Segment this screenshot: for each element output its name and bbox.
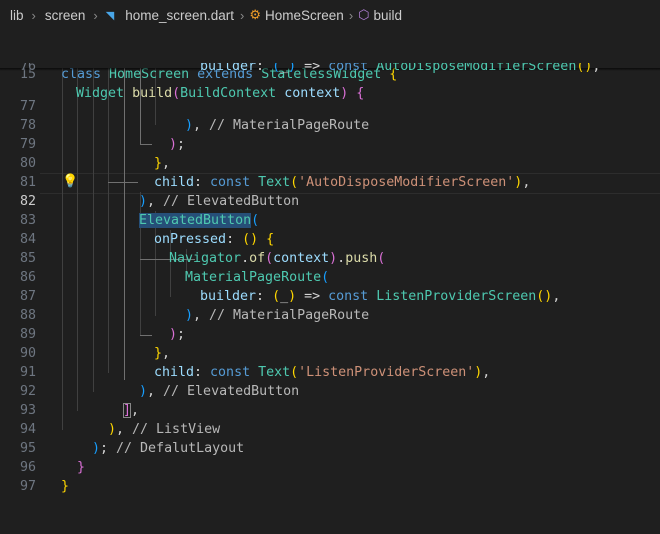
code-line[interactable]: 87 ), // MaterialPageRoute bbox=[0, 268, 660, 323]
code-text: } bbox=[61, 479, 70, 494]
code-line[interactable]: 85 MaterialPageRoute( bbox=[0, 230, 660, 285]
code-line[interactable]: 84 Navigator.of(context).push( bbox=[0, 211, 660, 266]
code-line[interactable]: 97 bbox=[0, 458, 660, 494]
code-line[interactable]: 78 ); bbox=[0, 97, 660, 152]
code-line[interactable]: 92 ], bbox=[0, 363, 660, 418]
code-line[interactable]: 89 }, bbox=[0, 306, 660, 361]
code-line[interactable]: 77 ), // MaterialPageRoute bbox=[0, 78, 660, 133]
code-line[interactable]: 83 onPressed: () { bbox=[0, 192, 660, 247]
sticky-line[interactable]: 11 class HomeScreen extends StatelessWid… bbox=[0, 27, 660, 82]
code-text: builder: (_) => const AutoDisposeModifie… bbox=[200, 63, 601, 74]
code-line[interactable]: 90 child: const Text('ListenProviderScre… bbox=[0, 325, 660, 380]
code-line[interactable]: 76 builder: (_) => const AutoDisposeModi… bbox=[0, 63, 660, 74]
line-number: 76 bbox=[19, 63, 36, 74]
code-line-active[interactable]: 82 ElevatedButton( bbox=[0, 173, 660, 228]
code-editor[interactable]: 💡 11 class HomeScreen extends StatelessW… bbox=[0, 0, 660, 494]
code-line[interactable]: 88 ); bbox=[0, 287, 660, 342]
code-line[interactable]: 91 ), // ElevatedButton bbox=[0, 344, 660, 399]
code-line[interactable]: 94 ); // DefalutLayout bbox=[0, 401, 660, 456]
code-line[interactable]: 96 } bbox=[0, 439, 660, 494]
code-line[interactable]: 93 ), // ListView bbox=[0, 382, 660, 437]
code-line[interactable]: 95 } bbox=[0, 420, 660, 475]
line-number: 97 bbox=[19, 479, 36, 494]
code-line[interactable]: 79 }, bbox=[0, 116, 660, 171]
code-line[interactable]: 86 builder: (_) => const ListenProviderS… bbox=[0, 249, 660, 304]
code-line[interactable]: 80 child: const Text('AutoDisposeModifie… bbox=[0, 135, 660, 190]
code-line[interactable]: 81 ), // ElevatedButton bbox=[0, 154, 660, 209]
